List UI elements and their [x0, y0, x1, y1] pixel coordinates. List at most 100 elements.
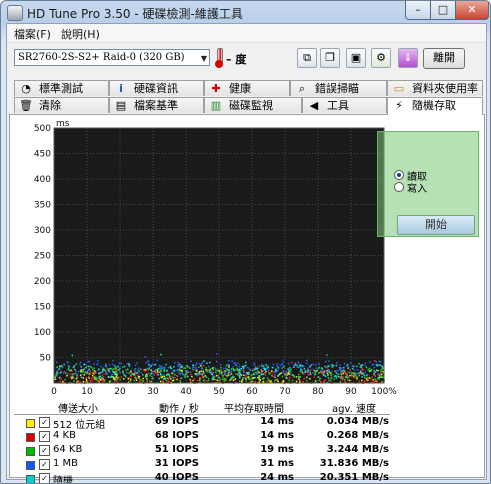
- chevron-down-icon[interactable]: ▼: [201, 51, 207, 67]
- data-point: [299, 379, 301, 382]
- tab-erase[interactable]: 🗑 清除: [14, 97, 109, 113]
- data-point: [340, 376, 343, 379]
- data-point: [205, 376, 208, 379]
- y-tick-label: 50: [40, 354, 52, 364]
- data-point: [192, 379, 194, 382]
- data-point: [285, 370, 287, 373]
- data-point: [62, 380, 64, 383]
- tab-benchmark[interactable]: ◔ 標準測試: [14, 80, 109, 96]
- menu-file[interactable]: 檔案(F): [14, 26, 51, 42]
- tab-error-scan[interactable]: ⌕ 錯誤掃瞄: [290, 80, 387, 96]
- title-bar[interactable]: HD Tune Pro 3.50 - 硬碟檢測-維護工具 – □ ✕: [1, 1, 490, 23]
- data-point: [246, 366, 248, 369]
- copy-info-icon[interactable]: ⧉: [297, 48, 317, 68]
- data-point: [58, 376, 61, 379]
- tab-health[interactable]: ✚ 健康: [204, 80, 290, 96]
- data-point: [196, 368, 198, 370]
- options-icon[interactable]: ⚙: [371, 48, 391, 68]
- row-checkbox[interactable]: ✓: [39, 417, 50, 428]
- exit-button[interactable]: 離開: [423, 48, 465, 69]
- tab-disk-monitor[interactable]: ▥ 磁碟監視: [204, 97, 302, 113]
- maximize-button[interactable]: □: [430, 1, 456, 20]
- data-point: [231, 360, 233, 362]
- data-point: [236, 367, 239, 370]
- data-point: [259, 376, 261, 379]
- data-point: [72, 366, 75, 369]
- download-icon[interactable]: ⇓: [398, 48, 418, 68]
- minimize-button[interactable]: –: [405, 1, 431, 20]
- data-point: [203, 372, 206, 375]
- menu-bar: 檔案(F) 說明(H): [7, 24, 486, 43]
- data-point: [193, 366, 195, 369]
- row-checkbox[interactable]: ✓: [39, 473, 50, 483]
- data-point: [85, 372, 87, 374]
- data-point: [324, 375, 327, 378]
- data-point: [335, 372, 338, 374]
- tab-random-access[interactable]: ⚡ 隨機存取: [387, 97, 483, 115]
- read-radio[interactable]: [394, 170, 404, 180]
- data-point: [162, 377, 165, 380]
- tab-tools[interactable]: ◀ 工具: [302, 97, 387, 113]
- data-point: [243, 374, 245, 377]
- folder-icon: ▭: [393, 82, 405, 95]
- data-point: [228, 369, 231, 371]
- data-point: [307, 370, 310, 372]
- tab-folder-usage[interactable]: ▭ 資料夾使用率: [387, 80, 483, 96]
- data-point: [364, 362, 367, 364]
- x-tick-label: 40: [180, 387, 192, 397]
- row-checkbox[interactable]: ✓: [39, 459, 50, 470]
- data-point: [206, 370, 208, 373]
- data-point: [267, 380, 269, 382]
- data-point: [153, 374, 155, 376]
- data-point: [230, 368, 233, 370]
- data-point: [282, 360, 284, 363]
- data-point: [114, 377, 116, 379]
- menu-help[interactable]: 說明(H): [61, 26, 100, 42]
- data-point: [339, 372, 342, 375]
- data-point: [355, 365, 358, 368]
- data-point: [373, 360, 376, 362]
- data-point: [190, 360, 192, 363]
- random-access-panel: 500 450 400 350 300 250 200 150 100 50 ms 0 10 20 30 40…: [9, 114, 485, 483]
- data-point: [69, 373, 72, 375]
- data-point: [196, 374, 199, 377]
- start-button[interactable]: 開始: [397, 215, 475, 235]
- data-point: [214, 367, 217, 369]
- size-cell: 隨機: [53, 476, 73, 484]
- data-point: [208, 371, 211, 373]
- data-point: [177, 363, 180, 366]
- data-point: [239, 375, 241, 377]
- data-point: [224, 367, 227, 369]
- row-checkbox[interactable]: ✓: [39, 445, 50, 456]
- color-swatch: [26, 461, 35, 470]
- row-checkbox[interactable]: ✓: [39, 431, 50, 442]
- data-point: [293, 366, 295, 368]
- data-point: [152, 377, 154, 380]
- data-point: [102, 367, 105, 369]
- data-point: [350, 362, 352, 364]
- drive-select[interactable]: SR2760-2S-S2+ Raid-0 (320 GB) ▼: [14, 49, 210, 66]
- data-point: [136, 372, 138, 374]
- data-point: [179, 379, 181, 382]
- tab-info[interactable]: i 硬碟資訊: [109, 80, 204, 96]
- data-point: [63, 363, 65, 366]
- data-point: [136, 362, 138, 364]
- save-icon[interactable]: ▣: [346, 48, 366, 68]
- data-point: [324, 360, 327, 363]
- data-point: [202, 375, 204, 378]
- data-point: [163, 369, 166, 371]
- data-point: [121, 370, 124, 372]
- copy-all-icon[interactable]: ❐: [320, 48, 340, 68]
- tab-file-benchmark[interactable]: ▤ 檔案基準: [109, 97, 204, 113]
- data-point: [154, 369, 157, 372]
- data-point: [146, 373, 148, 376]
- speed-cell: 3.244 MB/s: [326, 444, 389, 455]
- data-point: [267, 365, 270, 367]
- close-button[interactable]: ✕: [455, 1, 489, 20]
- data-point: [138, 377, 140, 380]
- data-point: [220, 372, 223, 375]
- data-point: [119, 378, 121, 381]
- data-point: [77, 379, 79, 382]
- data-point: [289, 376, 291, 379]
- write-radio[interactable]: [394, 182, 404, 192]
